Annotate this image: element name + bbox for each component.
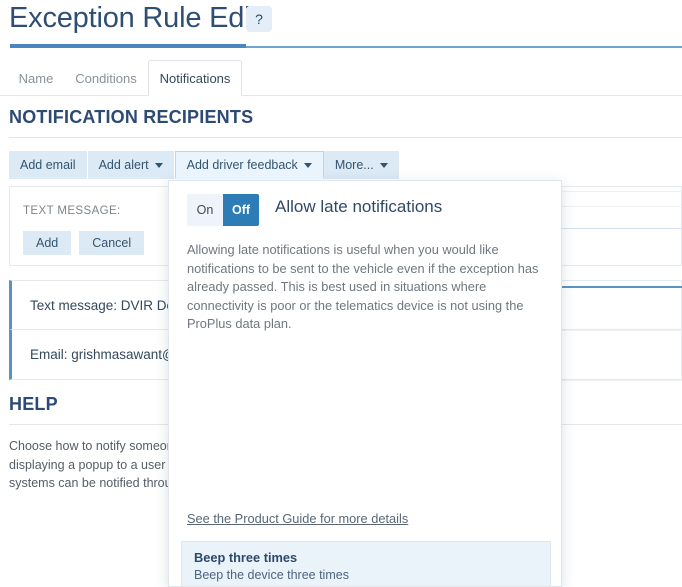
product-guide-link[interactable]: See the Product Guide for more details	[187, 511, 408, 526]
recipient-text: Text message: DVIR De	[30, 297, 175, 313]
add-alert-button[interactable]: Add alert	[87, 151, 175, 179]
add-driver-feedback-button[interactable]: Add driver feedback	[174, 151, 324, 179]
form-actions: Add Cancel	[23, 231, 145, 255]
driver-feedback-dropdown-panel: On Off Allow late notifications Allowing…	[168, 180, 562, 587]
tab-notifications[interactable]: Notifications	[148, 60, 242, 96]
tab-name[interactable]: Name	[10, 60, 62, 96]
help-section-title: HELP	[9, 394, 58, 414]
background-divider	[562, 330, 682, 331]
background-divider	[562, 380, 682, 381]
recipients-divider	[9, 137, 682, 138]
chevron-down-icon	[379, 162, 388, 168]
tab-conditions[interactable]: Conditions	[66, 60, 146, 96]
title-underline-accent	[10, 44, 246, 48]
title-underline	[246, 46, 682, 48]
add-email-button[interactable]: Add email	[9, 151, 88, 179]
popup-description: Allowing late notifications is useful wh…	[187, 242, 539, 331]
add-alert-label: Add alert	[98, 158, 149, 172]
page-header: Exception Rule Edit ?	[0, 0, 682, 50]
option-subtitle: Beep the device three times	[194, 568, 349, 582]
recipients-toolbar: Add email Add alert Add driver feedback …	[9, 151, 400, 179]
popup-title: Allow late notifications	[275, 197, 443, 216]
chevron-down-icon	[154, 162, 163, 168]
page-title: Exception Rule Edit	[9, 2, 259, 34]
cancel-button[interactable]: Cancel	[79, 231, 145, 255]
background-divider	[562, 191, 682, 192]
more-button[interactable]: More...	[323, 151, 400, 179]
background-divider	[562, 206, 682, 207]
list-item[interactable]: Beep three times Beep the device three t…	[181, 541, 551, 586]
background-divider	[562, 228, 682, 229]
toggle-option-off[interactable]: Off	[223, 194, 259, 226]
tab-bar: Name Conditions Notifications	[0, 60, 682, 96]
chevron-down-icon	[303, 162, 312, 168]
more-label: More...	[334, 158, 374, 172]
help-icon-button[interactable]: ?	[246, 6, 272, 32]
recipients-section-title: NOTIFICATION RECIPIENTS	[9, 107, 254, 127]
toggle-option-on[interactable]: On	[187, 194, 223, 226]
app-root: Exception Rule Edit ? Name Conditions No…	[0, 0, 682, 587]
driver-feedback-option-list: Beep three times Beep the device three t…	[181, 541, 551, 586]
recipient-text: Email: grishmasawant@	[30, 347, 176, 362]
background-accent-divider	[562, 286, 682, 288]
add-button[interactable]: Add	[23, 231, 72, 255]
option-title: Beep three times	[194, 550, 298, 565]
add-email-label: Add email	[20, 158, 76, 172]
text-message-field-label: TEXT MESSAGE:	[23, 205, 121, 217]
allow-late-notifications-toggle[interactable]: On Off	[187, 194, 259, 226]
add-driver-feedback-label: Add driver feedback	[186, 158, 298, 172]
